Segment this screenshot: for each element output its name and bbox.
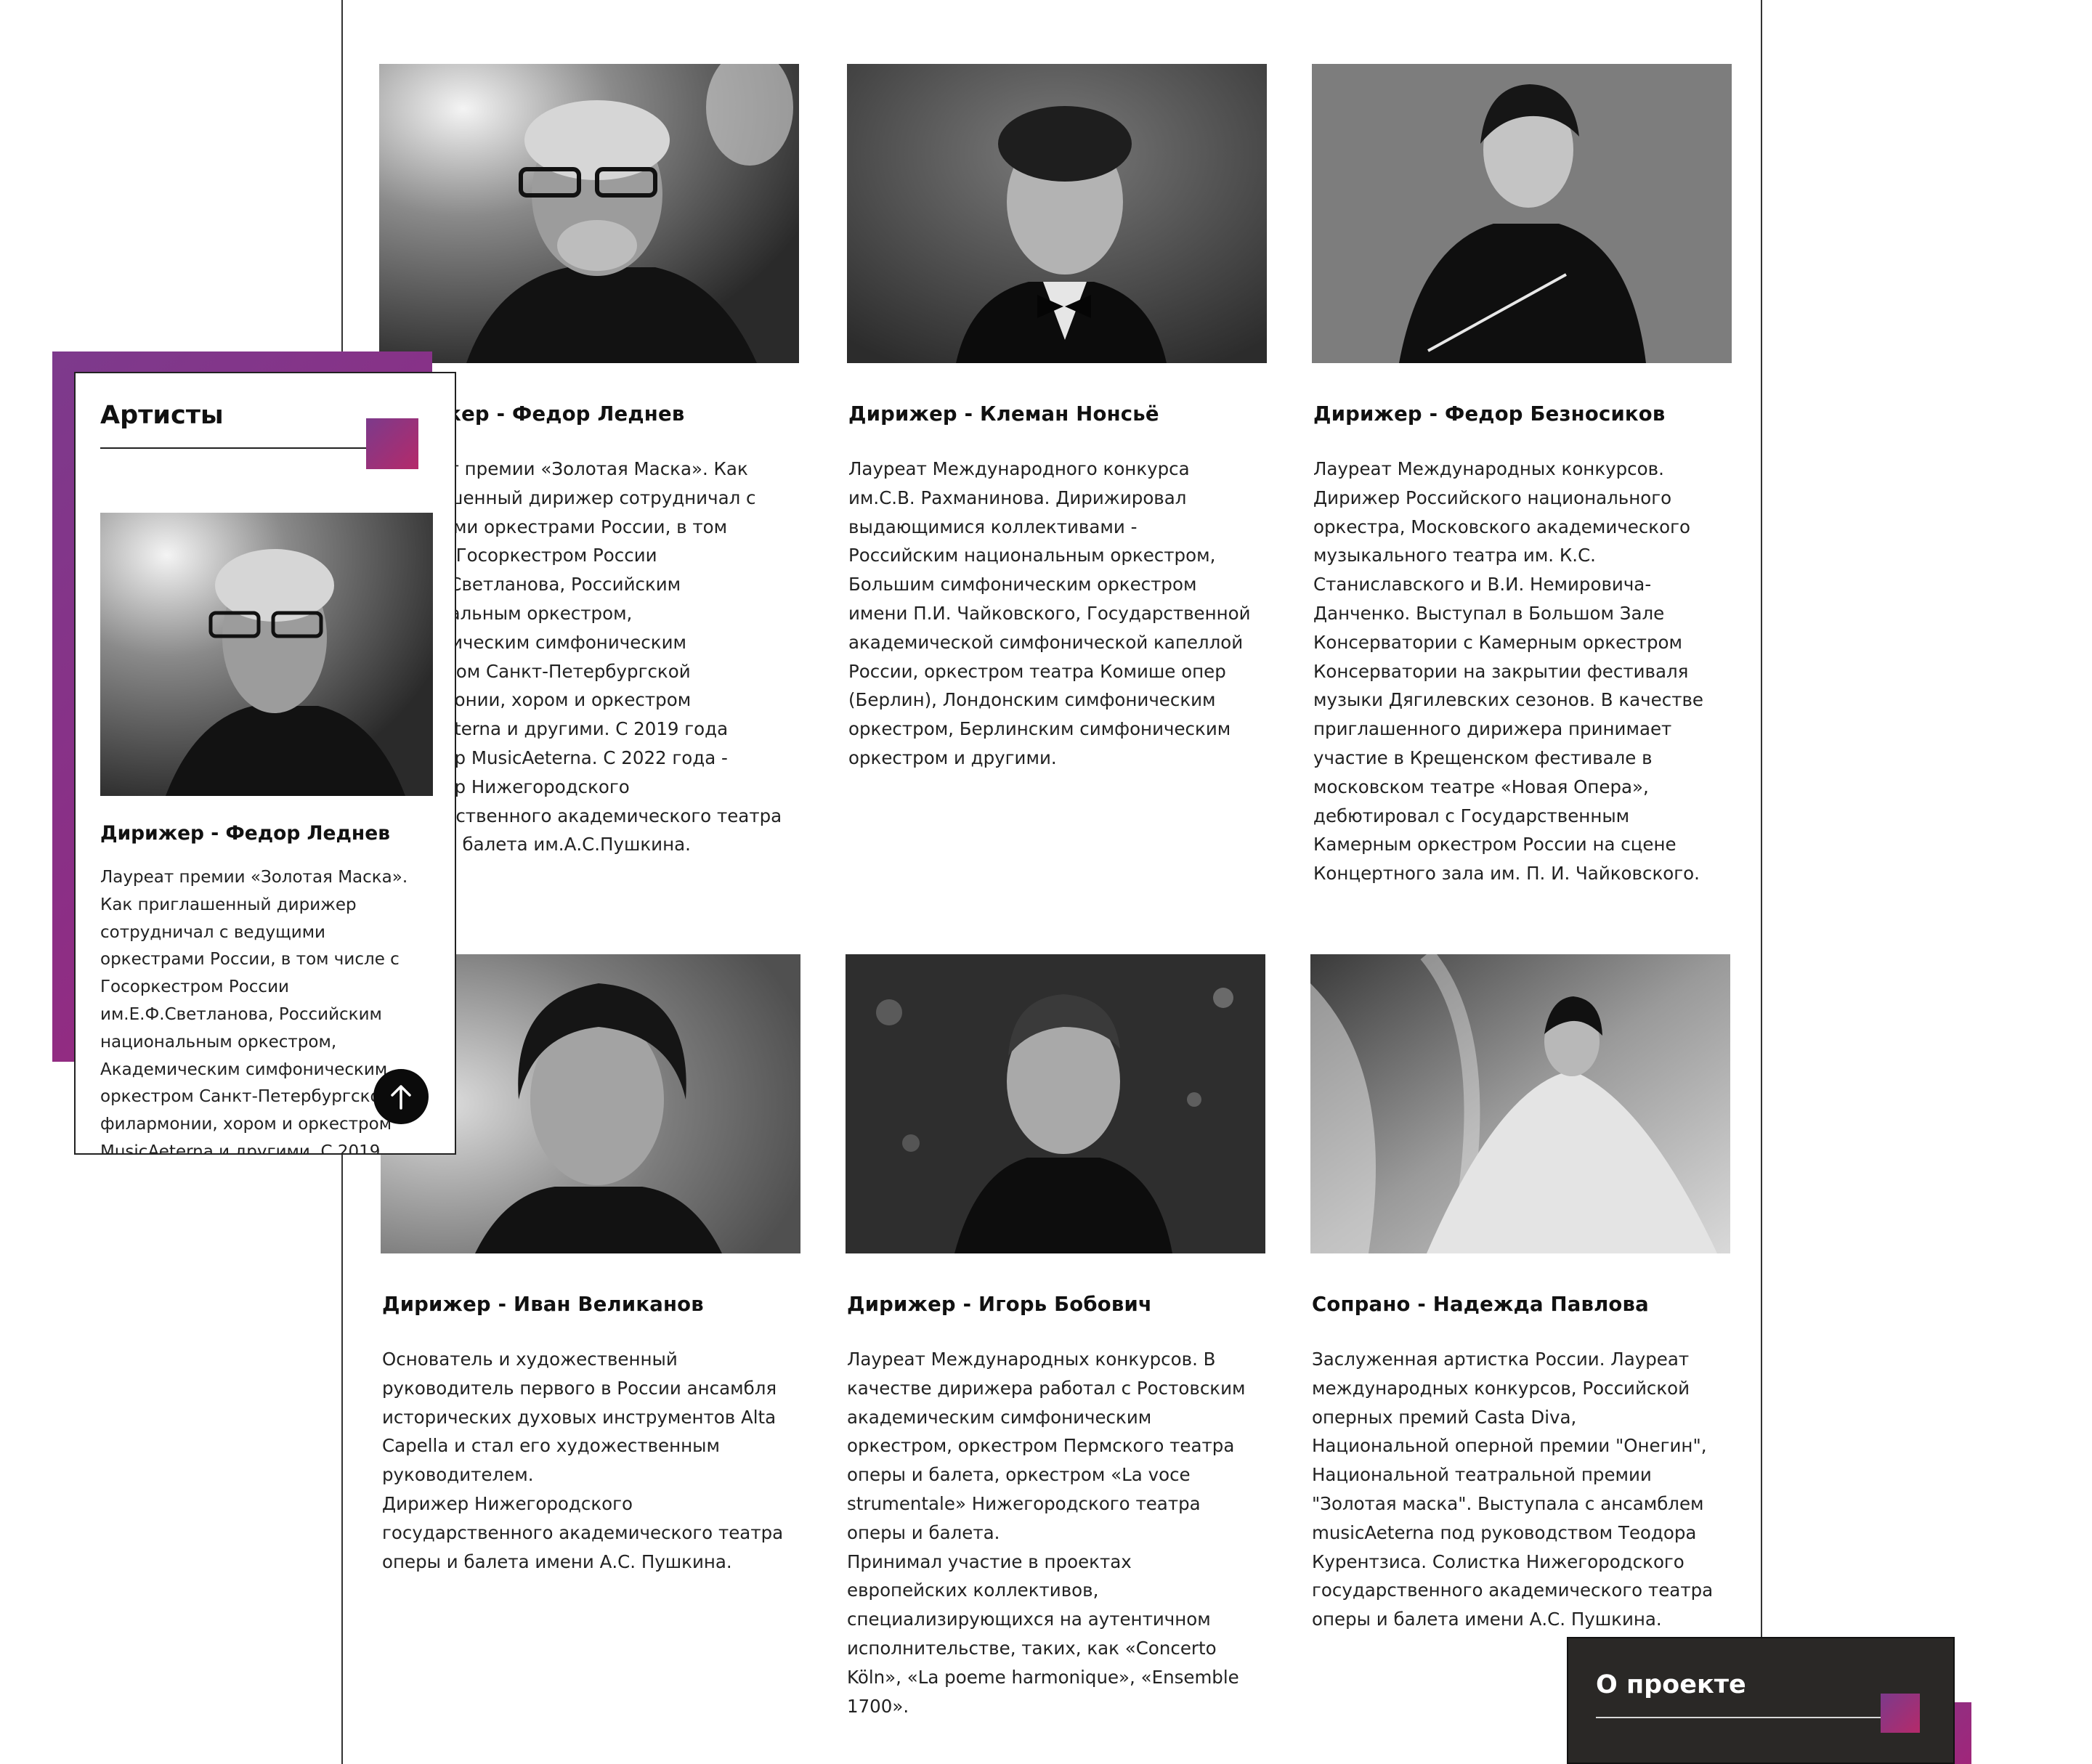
artist-name: Дирижер - Федор Безносиков [1313, 402, 1666, 426]
artist-description: Лауреат Международных конкурсов. Дирижер… [1313, 458, 1703, 885]
artist-photo[interactable] [1310, 954, 1730, 1253]
artist-card[interactable]: Дирижер - Федор Безносиков Лауреат Между… [1312, 64, 1732, 888]
artist-photo[interactable] [1312, 64, 1732, 363]
artist-photo[interactable] [847, 64, 1267, 363]
about-project-widget[interactable]: О проекте [1567, 1637, 1955, 1764]
artist-photo[interactable] [379, 64, 799, 363]
artist-name: Дирижер - Иван Великанов [382, 1293, 704, 1316]
artist-description: Лауреат Международных конкурсов. В качес… [847, 1349, 1246, 1717]
artists-widget-square[interactable] [366, 418, 418, 469]
about-widget-square[interactable] [1881, 1694, 1920, 1733]
about-widget-divider [1596, 1717, 1908, 1718]
artist-card[interactable]: Дирижер - Клеман Нонсьё Лауреат Междунар… [847, 64, 1267, 773]
scroll-up-button[interactable] [373, 1069, 429, 1124]
artist-name: Дирижер - Игорь Бобович [847, 1293, 1153, 1316]
artists-widget-name: Дирижер - Федор Леднев [100, 822, 390, 845]
artist-description: Основатель и художественный руководитель… [382, 1349, 784, 1572]
about-widget-title[interactable]: О проекте [1596, 1670, 1746, 1699]
artist-name: Дирижер - Клеман Нонсьё [848, 402, 1159, 426]
right-divider-line [1761, 0, 1762, 1649]
artist-card[interactable]: Сопрано - Надежда Павлова Заслуженная ар… [1310, 954, 1730, 1634]
artists-widget[interactable]: Артисты Дирижер - Федор Леднев Лауреат п… [74, 372, 456, 1155]
artist-photo[interactable] [846, 954, 1265, 1253]
artist-name: Сопрано - Надежда Павлова [1312, 1293, 1649, 1316]
artist-card[interactable]: Дирижер - Игорь Бобович Лауреат Междунар… [846, 954, 1265, 1720]
artist-description: Заслуженная артистка России. Лауреат меж… [1312, 1349, 1714, 1630]
artists-widget-divider [100, 447, 388, 449]
arrow-up-icon [391, 1085, 411, 1110]
artists-widget-title[interactable]: Артисты [100, 401, 224, 430]
artist-description: Лауреат Международного конкурса им.С.В. … [848, 458, 1251, 768]
artists-widget-photo[interactable] [100, 513, 433, 796]
